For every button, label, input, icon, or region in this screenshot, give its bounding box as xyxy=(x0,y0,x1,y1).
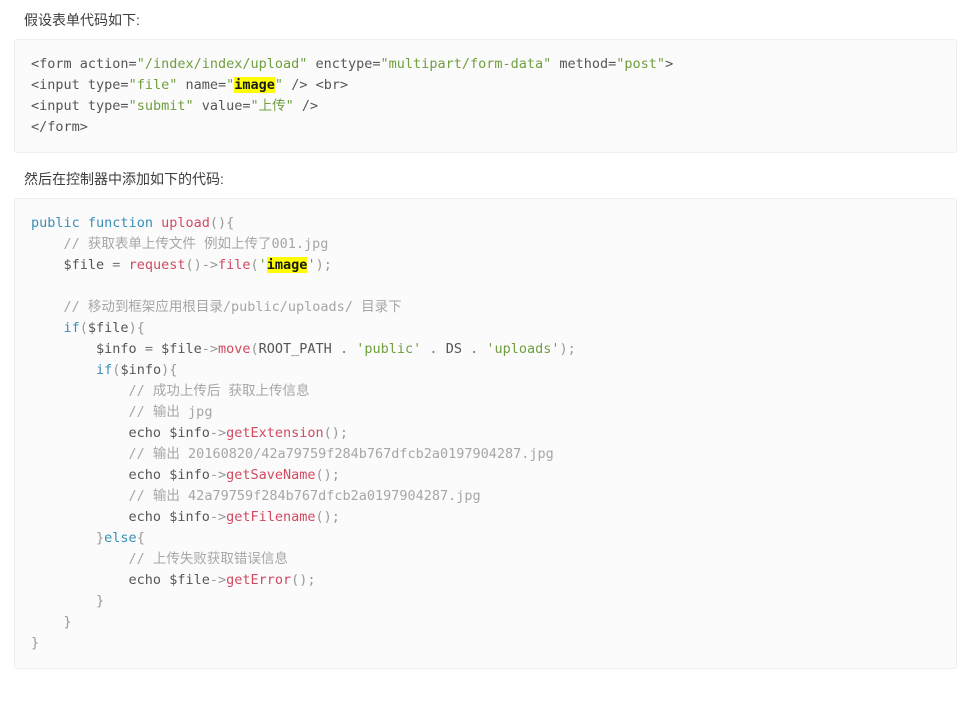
highlight-image-token-2: image xyxy=(266,257,308,273)
code-line: // 获取表单上传文件 例如上传了001.jpg xyxy=(63,236,329,252)
code-line: // 输出 42a79759f284b767dfcb2a0197904287.j… xyxy=(128,488,481,504)
paragraph-controller-intro: 然后在控制器中添加如下的代码: xyxy=(24,171,224,187)
code-line: <input type="file" name="image" /> <br> xyxy=(31,77,349,93)
code-line: <form action="/index/index/upload" encty… xyxy=(31,56,674,72)
code-block-php-upload[interactable]: public function upload(){ // 获取表单上传文件 例如… xyxy=(14,198,957,669)
code-line: } xyxy=(63,614,72,630)
code-line: echo $file->getError(); xyxy=(128,572,316,588)
code-line: } xyxy=(96,593,105,609)
code-line: // 上传失败获取错误信息 xyxy=(128,551,288,567)
code-line: }else{ xyxy=(96,530,145,546)
highlight-image-token-1: image xyxy=(234,77,275,93)
code-line: } xyxy=(31,635,40,651)
code-block-php-upload-content: public function upload(){ // 获取表单上传文件 例如… xyxy=(15,213,956,654)
code-line: if($info){ xyxy=(96,362,178,378)
code-line: $file = request()->file('image'); xyxy=(63,257,332,273)
code-line: echo $info->getFilename(); xyxy=(128,509,340,525)
article-body: 假设表单代码如下: <form action="/index/index/upl… xyxy=(0,0,971,707)
code-block-html-form[interactable]: <form action="/index/index/upload" encty… xyxy=(14,39,957,153)
code-line: echo $info->getExtension(); xyxy=(128,425,349,441)
code-line: <input type="submit" value="上传" /> xyxy=(31,98,319,114)
code-line: public function upload(){ xyxy=(31,215,235,231)
code-line: if($file){ xyxy=(63,320,145,336)
code-block-html-form-content: <form action="/index/index/upload" encty… xyxy=(15,54,956,138)
code-line: $info = $file->move(ROOT_PATH . 'public'… xyxy=(96,341,576,357)
code-line: echo $info->getSaveName(); xyxy=(128,467,340,483)
code-line: // 成功上传后 获取上传信息 xyxy=(128,383,310,399)
paragraph-form-intro: 假设表单代码如下: xyxy=(24,12,140,28)
code-line: // 输出 jpg xyxy=(128,404,213,420)
code-line: </form> xyxy=(31,119,88,135)
code-line: // 输出 20160820/42a79759f284b767dfcb2a019… xyxy=(128,446,554,462)
code-line: // 移动到框架应用根目录/public/uploads/ 目录下 xyxy=(63,299,402,315)
